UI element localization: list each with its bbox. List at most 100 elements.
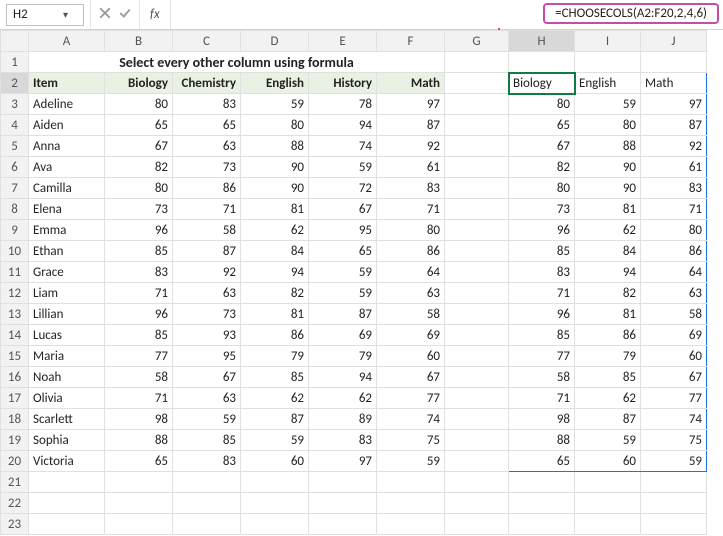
col-header[interactable]: H (509, 31, 575, 52)
data-cell[interactable]: 71 (377, 199, 445, 220)
row-header[interactable]: 16 (1, 367, 29, 388)
data-cell[interactable]: 58 (105, 367, 173, 388)
data-cell[interactable]: 67 (309, 199, 377, 220)
data-cell[interactable]: Olivia (29, 388, 105, 409)
spill-cell[interactable]: 79 (575, 346, 641, 367)
data-cell[interactable]: Adeline (29, 94, 105, 115)
cell[interactable] (445, 388, 509, 409)
spill-cell[interactable]: 60 (641, 346, 707, 367)
cell[interactable] (641, 472, 707, 493)
spill-cell[interactable]: 82 (575, 283, 641, 304)
spill-cell[interactable]: 65 (509, 115, 575, 136)
data-cell[interactable]: 85 (105, 325, 173, 346)
data-cell[interactable]: 84 (241, 241, 309, 262)
data-cell[interactable]: 88 (105, 430, 173, 451)
col-header[interactable]: G (445, 31, 509, 52)
data-cell[interactable]: 95 (309, 220, 377, 241)
spill-cell[interactable]: 84 (575, 241, 641, 262)
cell[interactable] (445, 451, 509, 472)
data-cell[interactable]: 83 (377, 178, 445, 199)
spill-cell[interactable]: 87 (641, 115, 707, 136)
cell[interactable] (29, 472, 105, 493)
data-cell[interactable]: 90 (241, 178, 309, 199)
spill-cell[interactable]: 73 (509, 199, 575, 220)
row-header[interactable]: 20 (1, 451, 29, 472)
data-cell[interactable]: 94 (309, 115, 377, 136)
table-header[interactable]: Biology (105, 73, 173, 94)
cell[interactable] (241, 472, 309, 493)
spill-cell[interactable]: 59 (575, 94, 641, 115)
data-cell[interactable]: 81 (241, 304, 309, 325)
data-cell[interactable]: 94 (309, 367, 377, 388)
spill-cell[interactable]: 83 (509, 262, 575, 283)
col-header[interactable]: D (241, 31, 309, 52)
data-cell[interactable]: Camilla (29, 178, 105, 199)
spill-cell[interactable]: 65 (509, 451, 575, 472)
cell[interactable] (377, 514, 445, 535)
row-header[interactable]: 5 (1, 136, 29, 157)
data-cell[interactable]: 58 (377, 304, 445, 325)
data-cell[interactable]: Ethan (29, 241, 105, 262)
cancel-icon[interactable] (99, 7, 111, 23)
row-header[interactable]: 7 (1, 178, 29, 199)
cell[interactable] (445, 493, 509, 514)
cell[interactable] (509, 514, 575, 535)
data-cell[interactable]: 61 (377, 157, 445, 178)
row-header[interactable]: 18 (1, 409, 29, 430)
data-cell[interactable]: 90 (241, 157, 309, 178)
data-cell[interactable]: 71 (105, 283, 173, 304)
data-cell[interactable]: 59 (241, 94, 309, 115)
data-cell[interactable]: Emma (29, 220, 105, 241)
spill-cell[interactable]: 83 (641, 178, 707, 199)
data-cell[interactable]: 58 (173, 220, 241, 241)
cell[interactable] (377, 493, 445, 514)
cell[interactable] (445, 94, 509, 115)
spill-cell[interactable]: 98 (509, 409, 575, 430)
data-cell[interactable]: 85 (105, 241, 173, 262)
data-cell[interactable]: 85 (241, 367, 309, 388)
table-header[interactable]: English (241, 73, 309, 94)
data-cell[interactable]: 87 (377, 115, 445, 136)
row-header[interactable]: 17 (1, 388, 29, 409)
cell[interactable] (445, 367, 509, 388)
cell[interactable] (173, 472, 241, 493)
spill-cell[interactable]: 97 (641, 94, 707, 115)
table-header[interactable]: Math (377, 73, 445, 94)
spill-cell[interactable]: 92 (641, 136, 707, 157)
cell[interactable] (445, 52, 509, 73)
data-cell[interactable]: Noah (29, 367, 105, 388)
cell[interactable] (241, 493, 309, 514)
spill-cell[interactable]: 77 (509, 346, 575, 367)
cell[interactable] (309, 514, 377, 535)
spill-cell[interactable]: 88 (575, 136, 641, 157)
row-header[interactable]: 14 (1, 325, 29, 346)
spill-cell[interactable]: 59 (575, 430, 641, 451)
data-cell[interactable]: 86 (241, 325, 309, 346)
cell[interactable] (445, 283, 509, 304)
data-cell[interactable]: 73 (173, 157, 241, 178)
data-cell[interactable]: 63 (173, 283, 241, 304)
row-header[interactable]: 3 (1, 94, 29, 115)
spill-cell[interactable]: 71 (509, 388, 575, 409)
row-header[interactable]: 10 (1, 241, 29, 262)
row-header[interactable]: 22 (1, 493, 29, 514)
spill-cell[interactable]: Math (641, 73, 707, 94)
spill-cell[interactable]: 80 (509, 94, 575, 115)
row-header[interactable]: 6 (1, 157, 29, 178)
spill-cell[interactable]: 80 (509, 178, 575, 199)
cell[interactable] (641, 52, 707, 73)
data-cell[interactable]: 74 (309, 136, 377, 157)
spill-cell[interactable]: 90 (575, 178, 641, 199)
spill-cell[interactable]: 62 (575, 388, 641, 409)
data-cell[interactable]: Lillian (29, 304, 105, 325)
cell[interactable] (29, 514, 105, 535)
data-cell[interactable]: 65 (309, 241, 377, 262)
spill-cell[interactable]: 96 (509, 220, 575, 241)
data-cell[interactable]: 65 (173, 115, 241, 136)
cell[interactable] (241, 514, 309, 535)
spill-cell[interactable]: 62 (575, 220, 641, 241)
col-header[interactable]: I (575, 31, 641, 52)
cell[interactable] (105, 472, 173, 493)
data-cell[interactable]: 86 (377, 241, 445, 262)
data-cell[interactable]: 79 (309, 346, 377, 367)
